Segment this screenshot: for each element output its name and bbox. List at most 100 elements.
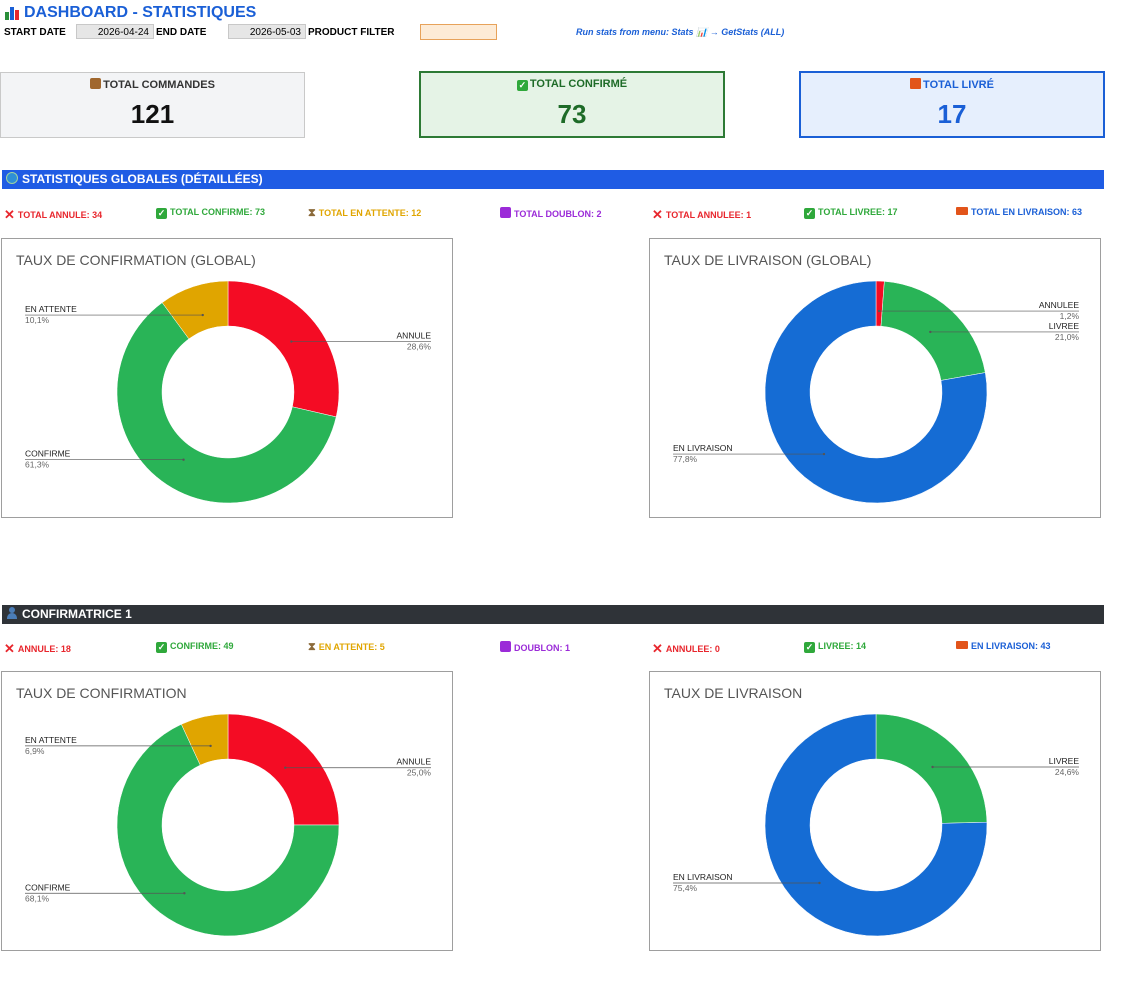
kpi-card-total-confirme: ✓ TOTAL CONFIRMÉ 73 [419, 71, 725, 138]
truck-icon [910, 78, 922, 89]
stat-text: TOTAL CONFIRME: 73 [170, 207, 266, 217]
leader-dot [182, 458, 185, 461]
end-date-label: END DATE [156, 27, 207, 38]
slice-livree[interactable] [880, 281, 986, 381]
stat-text: EN ATTENTE: 5 [318, 642, 385, 652]
truck-icon [956, 641, 968, 649]
chart-title: TAUX DE LIVRAISON (GLOBAL) [664, 252, 872, 268]
stat-text: ANNULEE: 0 [665, 644, 720, 654]
slice-label: LIVREE [1049, 321, 1080, 331]
slice-livree[interactable] [875, 713, 988, 824]
product-filter-label: PRODUCT FILTER [308, 27, 395, 38]
end-date-field[interactable]: 2026-05-03 [228, 24, 306, 39]
stat-total-annulee: ✕ TOTAL ANNULEE: 1 [652, 207, 751, 223]
stat-text: TOTAL ANNULEE: 1 [665, 210, 752, 220]
chart-title: TAUX DE CONFIRMATION (GLOBAL) [16, 252, 256, 268]
check-icon: ✓ [156, 642, 167, 653]
section-global-header: STATISTIQUES GLOBALES (DÉTAILLÉES) [2, 170, 1104, 189]
slice-percent-label: 1,2% [1060, 311, 1080, 321]
leader-dot [290, 340, 293, 343]
stat-text: TOTAL LIVREE: 17 [818, 207, 898, 217]
globe-icon [6, 172, 18, 184]
kpi-label: TOTAL CONFIRMÉ [529, 78, 628, 90]
start-date-field[interactable]: 2026-04-24 [76, 24, 154, 39]
kpi-label: TOTAL LIVRÉ [923, 79, 994, 91]
stat-total-livraison: TOTAL EN LIVRAISON: 63 [956, 207, 1082, 217]
slice-percent-label: 21,0% [1055, 332, 1080, 342]
stat-text: DOUBLON: 1 [514, 643, 570, 653]
slice-percent-label: 68,1% [25, 893, 50, 903]
slice-label: EN LIVRAISON [673, 443, 733, 453]
kpi-card-total-commandes: TOTAL COMMANDES 121 [0, 72, 305, 138]
section-title: CONFIRMATRICE 1 [22, 607, 132, 621]
run-stats-hint: Run stats from menu: Stats 📊 → GetStats … [576, 27, 785, 37]
truck-icon [956, 207, 968, 215]
stat-annule: ✕ ANNULE: 18 [4, 641, 71, 657]
donut-svg: ANNULE28,6% CONFIRME61,3% EN ATTENTE10,1% [25, 280, 432, 504]
purple-square-icon [500, 207, 511, 218]
stat-annulee: ✕ ANNULEE: 0 [652, 641, 720, 657]
donut-svg: LIVREE24,6% EN LIVRAISON75,4% [673, 713, 1080, 937]
bar-chart-icon [4, 5, 20, 21]
chart-confirmation-global: ANNULE 28,6% CONFIRME 61,3% EN ATTENTE 10,1% … [1, 238, 453, 518]
stat-attente: ⧗ EN ATTENTE: 5 [308, 641, 385, 654]
section-title: STATISTIQUES GLOBALES (DÉTAILLÉES) [22, 172, 263, 186]
stat-livree: ✓ LIVREE: 14 [804, 641, 866, 653]
stat-text: TOTAL EN LIVRAISON: 63 [971, 207, 1083, 217]
slice-label: CONFIRME [25, 449, 71, 459]
check-icon: ✓ [516, 80, 528, 91]
slice-label: LIVREE [1049, 756, 1080, 766]
section-confirmatrice-header: CONFIRMATRICE 1 [2, 605, 1104, 624]
page-title-text: DASHBOARD - STATISTIQUES [24, 4, 257, 21]
stat-confirme: ✓ CONFIRME: 49 [156, 641, 234, 653]
cross-icon: ✕ [652, 641, 663, 656]
slice-percent-label: 25,0% [407, 768, 432, 778]
chart-livraison-global: ANNULEE 1,2% LIVREE 21,0% EN LIVRAISON 77,8% … [649, 238, 1101, 518]
kpi-value: 73 [557, 99, 587, 129]
check-icon: ✓ [156, 208, 167, 219]
slice-label: ANNULE [397, 331, 432, 341]
start-date-label: START DATE [4, 27, 66, 38]
leader-dot [201, 313, 204, 317]
donut-svg: ANNULEE1,2%LIVREE21,0% EN LIVRAISON77,8% [673, 280, 1080, 504]
package-icon [90, 78, 102, 89]
donut-svg: ANNULE25,0% CONFIRME68,1% EN ATTENTE6,9% [25, 713, 432, 937]
stat-total-livree: ✓ TOTAL LIVREE: 17 [804, 207, 898, 219]
kpi-value: 17 [937, 99, 967, 129]
slice-percent-label: 77,8% [673, 454, 698, 464]
stat-text: CONFIRME: 49 [170, 641, 234, 651]
kpi-value: 121 [130, 99, 175, 129]
page-title: DASHBOARD - STATISTIQUES [4, 4, 256, 22]
stat-text: TOTAL DOUBLON: 2 [514, 209, 602, 219]
slice-label: ANNULEE [1039, 300, 1079, 310]
hourglass-icon: ⧗ [308, 207, 316, 219]
product-filter-input[interactable] [420, 24, 497, 40]
slice-percent-label: 24,6% [1055, 767, 1080, 777]
purple-square-icon [500, 641, 511, 652]
chart-livraison: LIVREE 24,6% EN LIVRAISON 75,4% TAUX DE LIV… [649, 671, 1101, 951]
kpi-label: TOTAL COMMANDES [103, 79, 215, 91]
cross-icon: ✕ [4, 641, 15, 656]
kpi-card-total-livre: TOTAL LIVRÉ 17 [799, 71, 1105, 138]
hourglass-icon: ⧗ [308, 641, 316, 653]
slice-label: ANNULE [397, 757, 432, 767]
slice-annule[interactable] [227, 713, 340, 826]
chart-title: TAUX DE LIVRAISON [664, 685, 803, 701]
stat-total-attente: ⧗ TOTAL EN ATTENTE: 12 [308, 207, 421, 220]
slice-label: EN ATTENTE [25, 304, 77, 314]
slice-annule[interactable] [227, 280, 340, 418]
slice-label: CONFIRME [25, 882, 71, 892]
check-icon: ✓ [804, 642, 815, 653]
stat-livraison: EN LIVRAISON: 43 [956, 641, 1051, 651]
stat-text: LIVREE: 14 [818, 641, 867, 651]
leader-dot [929, 330, 932, 334]
cross-icon: ✕ [4, 207, 15, 222]
slice-percent-label: 28,6% [407, 342, 432, 352]
stat-total-doublon: TOTAL DOUBLON: 2 [500, 207, 602, 219]
leader-dot [284, 766, 287, 769]
slice-percent-label: 10,1% [25, 315, 50, 325]
stat-text: EN LIVRAISON: 43 [971, 641, 1051, 651]
chart-title: TAUX DE CONFIRMATION [16, 685, 187, 701]
leader-dot [931, 765, 934, 769]
stat-text: TOTAL EN ATTENTE: 12 [318, 208, 422, 218]
